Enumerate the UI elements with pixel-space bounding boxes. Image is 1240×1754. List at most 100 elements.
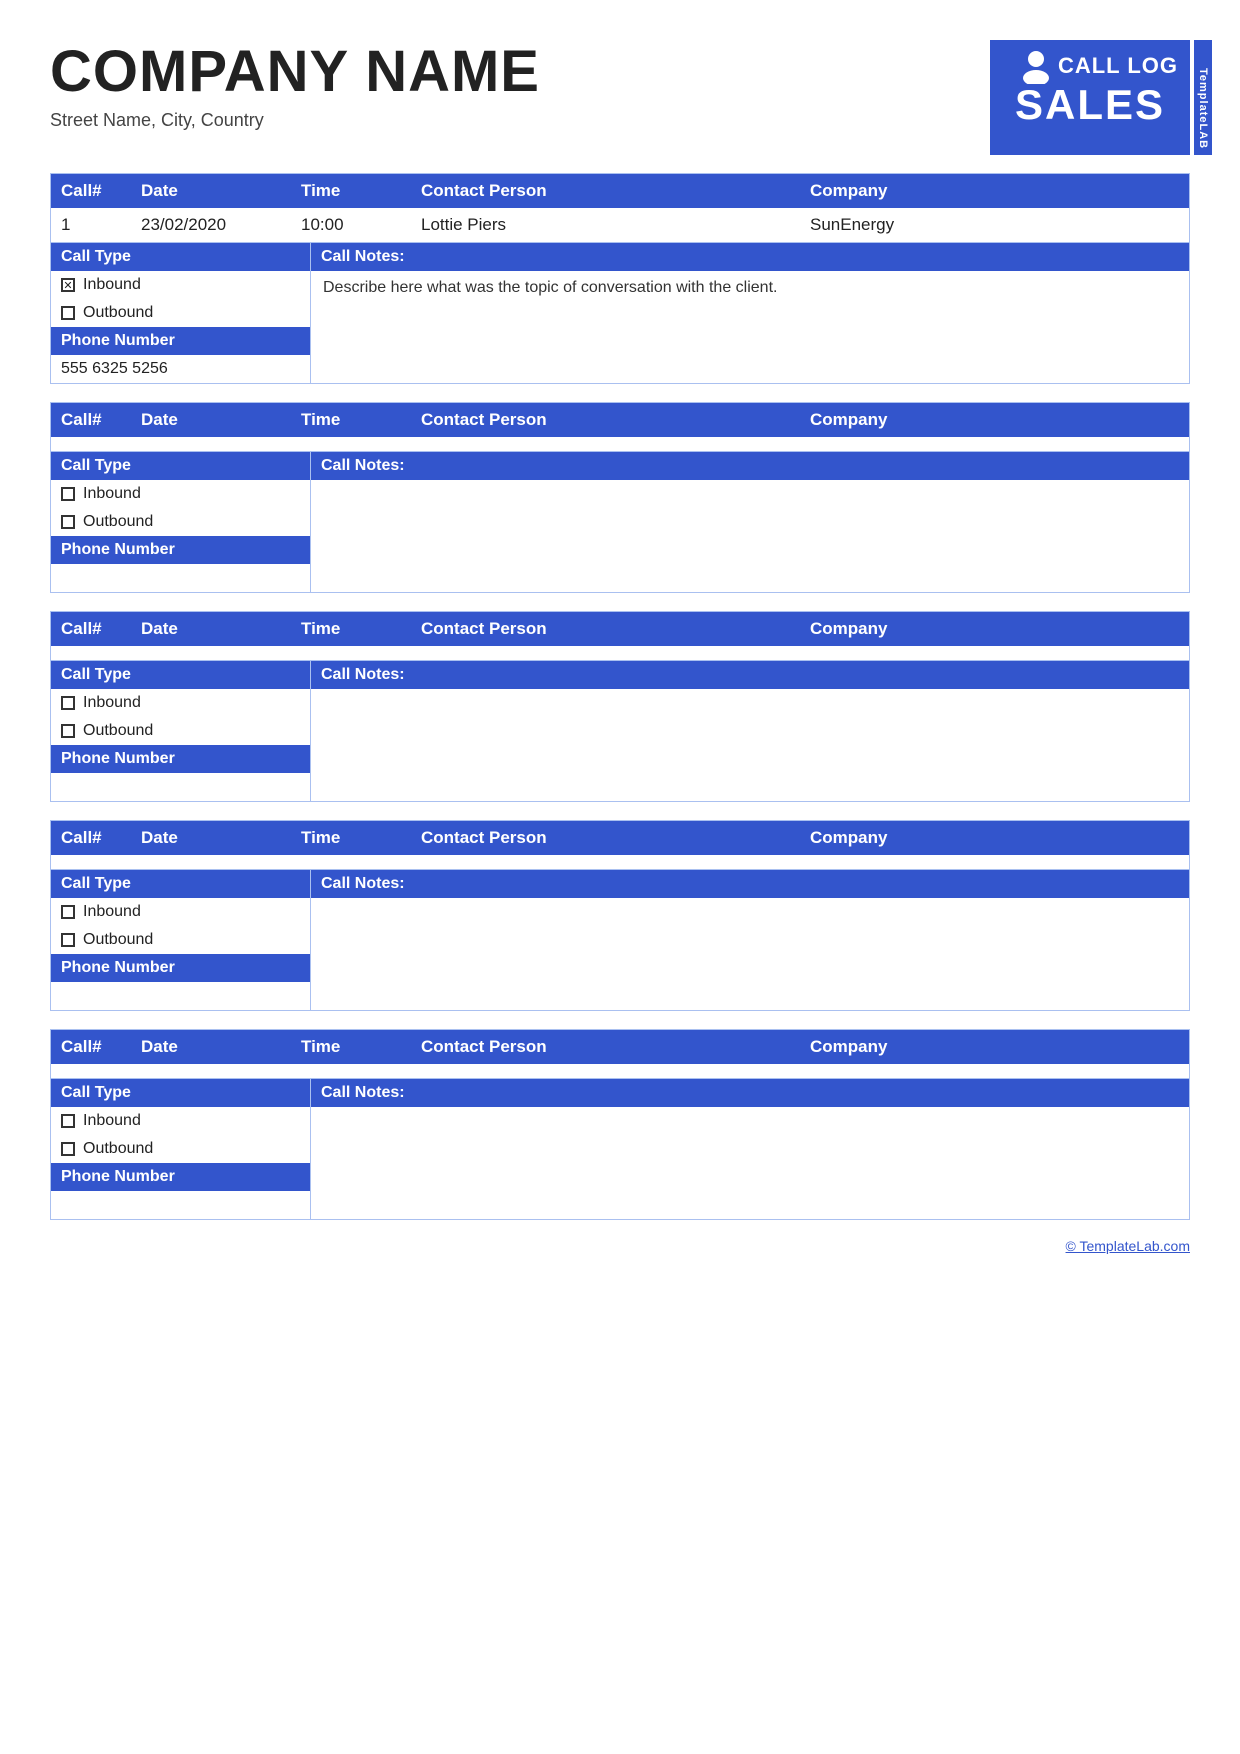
- outbound-row-5: Outbound: [51, 1135, 310, 1163]
- logo-block: CALL LOG SALES TemplateLAB: [980, 40, 1190, 155]
- col-time-label: Time: [291, 174, 411, 208]
- entries-container: Call# Date Time Contact Person Company 1…: [50, 173, 1190, 1220]
- inbound-label-4: Inbound: [83, 903, 141, 921]
- notes-content-5: [311, 1107, 1189, 1167]
- right-panel-4: Call Notes:: [311, 870, 1189, 1010]
- entry-header-5: Call# Date Time Contact Person Company: [51, 1030, 1189, 1064]
- call-date-3: [131, 646, 291, 660]
- entry-body-5: Call Type Inbound Outbound Phone Number …: [51, 1079, 1189, 1219]
- footer-link[interactable]: © TemplateLab.com: [1066, 1238, 1190, 1254]
- right-panel-3: Call Notes:: [311, 661, 1189, 801]
- inbound-row-4: Inbound: [51, 898, 310, 926]
- entry-data-3: [51, 646, 1189, 661]
- outbound-checkbox-4[interactable]: [61, 933, 75, 947]
- col-company-label: Company: [800, 821, 1189, 855]
- call-log-text: CALL LOG: [1058, 53, 1178, 79]
- call-type-label-4: Call Type: [51, 870, 310, 898]
- col-company-label: Company: [800, 1030, 1189, 1064]
- inbound-row-3: Inbound: [51, 689, 310, 717]
- col-date-label: Date: [131, 403, 291, 437]
- call-entry-5: Call# Date Time Contact Person Company C…: [50, 1029, 1190, 1220]
- inbound-checkbox-3[interactable]: [61, 696, 75, 710]
- call-company-5: [800, 1064, 1189, 1078]
- col-date-label: Date: [131, 821, 291, 855]
- outbound-row-4: Outbound: [51, 926, 310, 954]
- inbound-label-3: Inbound: [83, 694, 141, 712]
- col-time-label: Time: [291, 403, 411, 437]
- inbound-label-2: Inbound: [83, 485, 141, 503]
- inbound-row-2: Inbound: [51, 480, 310, 508]
- outbound-checkbox-3[interactable]: [61, 724, 75, 738]
- outbound-label-4: Outbound: [83, 931, 153, 949]
- left-panel-1: Call Type Inbound Outbound Phone Number …: [51, 243, 311, 383]
- outbound-checkbox-2[interactable]: [61, 515, 75, 529]
- inbound-label-1: Inbound: [83, 276, 141, 294]
- notes-label-4: Call Notes:: [311, 870, 1189, 898]
- notes-label-3: Call Notes:: [311, 661, 1189, 689]
- entry-data-1: 1 23/02/2020 10:00 Lottie Piers SunEnerg…: [51, 208, 1189, 243]
- notes-content-2: [311, 480, 1189, 540]
- call-num-1: 1: [51, 208, 131, 242]
- page-header: COMPANY NAME Street Name, City, Country …: [50, 40, 1190, 155]
- entry-data-5: [51, 1064, 1189, 1079]
- inbound-row-1: Inbound: [51, 271, 310, 299]
- outbound-label-5: Outbound: [83, 1140, 153, 1158]
- phone-number-label-3: Phone Number: [51, 745, 310, 773]
- logo-sales-text: SALES: [1002, 84, 1178, 126]
- col-company-label: Company: [800, 612, 1189, 646]
- col-company-label: Company: [800, 174, 1189, 208]
- outbound-row-2: Outbound: [51, 508, 310, 536]
- phone-value-1: 555 6325 5256: [51, 355, 310, 383]
- phone-value-5: [51, 1191, 310, 1219]
- call-type-label-3: Call Type: [51, 661, 310, 689]
- inbound-checkbox-2[interactable]: [61, 487, 75, 501]
- entry-header-2: Call# Date Time Contact Person Company: [51, 403, 1189, 437]
- call-date-5: [131, 1064, 291, 1078]
- inbound-checkbox-1[interactable]: [61, 278, 75, 292]
- phone-number-label-4: Phone Number: [51, 954, 310, 982]
- call-contact-2: [411, 437, 800, 451]
- outbound-checkbox-1[interactable]: [61, 306, 75, 320]
- col-call-label: Call#: [51, 612, 131, 646]
- right-panel-5: Call Notes:: [311, 1079, 1189, 1219]
- entry-body-2: Call Type Inbound Outbound Phone Number …: [51, 452, 1189, 592]
- call-entry-2: Call# Date Time Contact Person Company C…: [50, 402, 1190, 593]
- outbound-checkbox-5[interactable]: [61, 1142, 75, 1156]
- col-call-label: Call#: [51, 1030, 131, 1064]
- left-panel-3: Call Type Inbound Outbound Phone Number: [51, 661, 311, 801]
- inbound-checkbox-4[interactable]: [61, 905, 75, 919]
- call-time-4: [291, 855, 411, 869]
- logo-top-row: CALL LOG: [1002, 48, 1178, 84]
- col-contact-label: Contact Person: [411, 612, 800, 646]
- call-date-4: [131, 855, 291, 869]
- phone-value-4: [51, 982, 310, 1010]
- person-icon: [1018, 48, 1054, 84]
- call-time-2: [291, 437, 411, 451]
- inbound-checkbox-5[interactable]: [61, 1114, 75, 1128]
- call-entry-4: Call# Date Time Contact Person Company C…: [50, 820, 1190, 1011]
- right-panel-1: Call Notes: Describe here what was the t…: [311, 243, 1189, 383]
- col-contact-label: Contact Person: [411, 174, 800, 208]
- notes-label-2: Call Notes:: [311, 452, 1189, 480]
- col-time-label: Time: [291, 1030, 411, 1064]
- entry-header-1: Call# Date Time Contact Person Company: [51, 174, 1189, 208]
- call-company-1: SunEnergy: [800, 208, 1189, 242]
- call-time-5: [291, 1064, 411, 1078]
- entry-body-1: Call Type Inbound Outbound Phone Number …: [51, 243, 1189, 383]
- outbound-label-3: Outbound: [83, 722, 153, 740]
- entry-data-4: [51, 855, 1189, 870]
- col-call-label: Call#: [51, 403, 131, 437]
- col-contact-label: Contact Person: [411, 1030, 800, 1064]
- company-name: COMPANY NAME: [50, 40, 980, 104]
- call-type-label-1: Call Type: [51, 243, 310, 271]
- notes-label-5: Call Notes:: [311, 1079, 1189, 1107]
- logo-sidebar-text: TemplateLAB: [1194, 40, 1212, 155]
- col-date-label: Date: [131, 174, 291, 208]
- phone-number-label-1: Phone Number: [51, 327, 310, 355]
- call-contact-4: [411, 855, 800, 869]
- call-company-4: [800, 855, 1189, 869]
- col-time-label: Time: [291, 612, 411, 646]
- right-panel-2: Call Notes:: [311, 452, 1189, 592]
- col-call-label: Call#: [51, 821, 131, 855]
- left-panel-2: Call Type Inbound Outbound Phone Number: [51, 452, 311, 592]
